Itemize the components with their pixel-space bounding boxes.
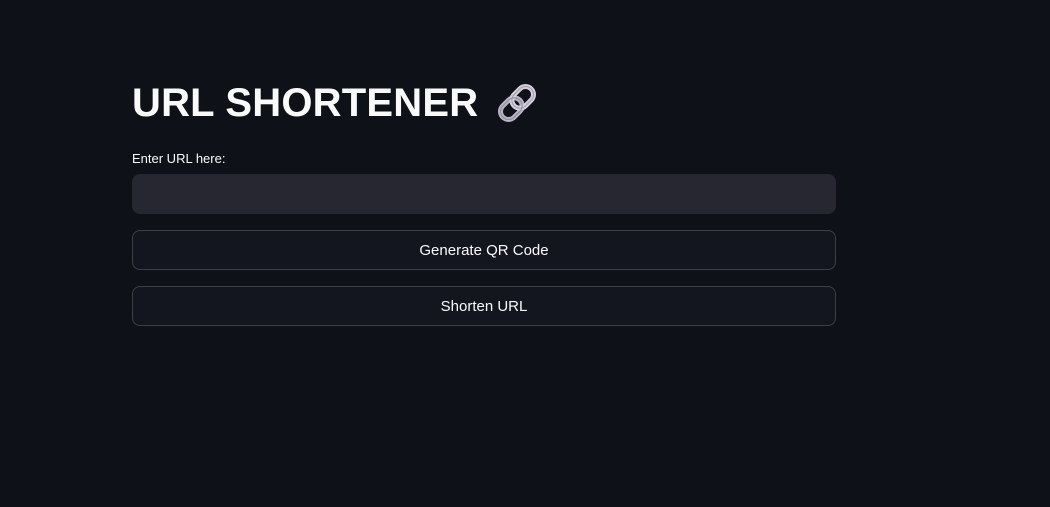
page-title-text: URL SHORTENER	[132, 81, 479, 125]
page-title: URL SHORTENER	[132, 76, 836, 130]
shorten-url-button[interactable]: Shorten URL	[132, 286, 836, 326]
main-content: URL SHORTENER Enter URL here: Generate Q…	[132, 76, 836, 326]
shorten-url-button-label: Shorten URL	[440, 297, 528, 315]
generate-qr-code-button[interactable]: Generate QR Code	[132, 230, 836, 270]
url-input[interactable]	[132, 174, 836, 214]
url-input-label: Enter URL here:	[132, 151, 226, 166]
generate-qr-code-button-label: Generate QR Code	[419, 241, 549, 259]
link-icon	[494, 80, 540, 126]
app-page: URL SHORTENER Enter URL here: Generate Q…	[0, 0, 1050, 507]
